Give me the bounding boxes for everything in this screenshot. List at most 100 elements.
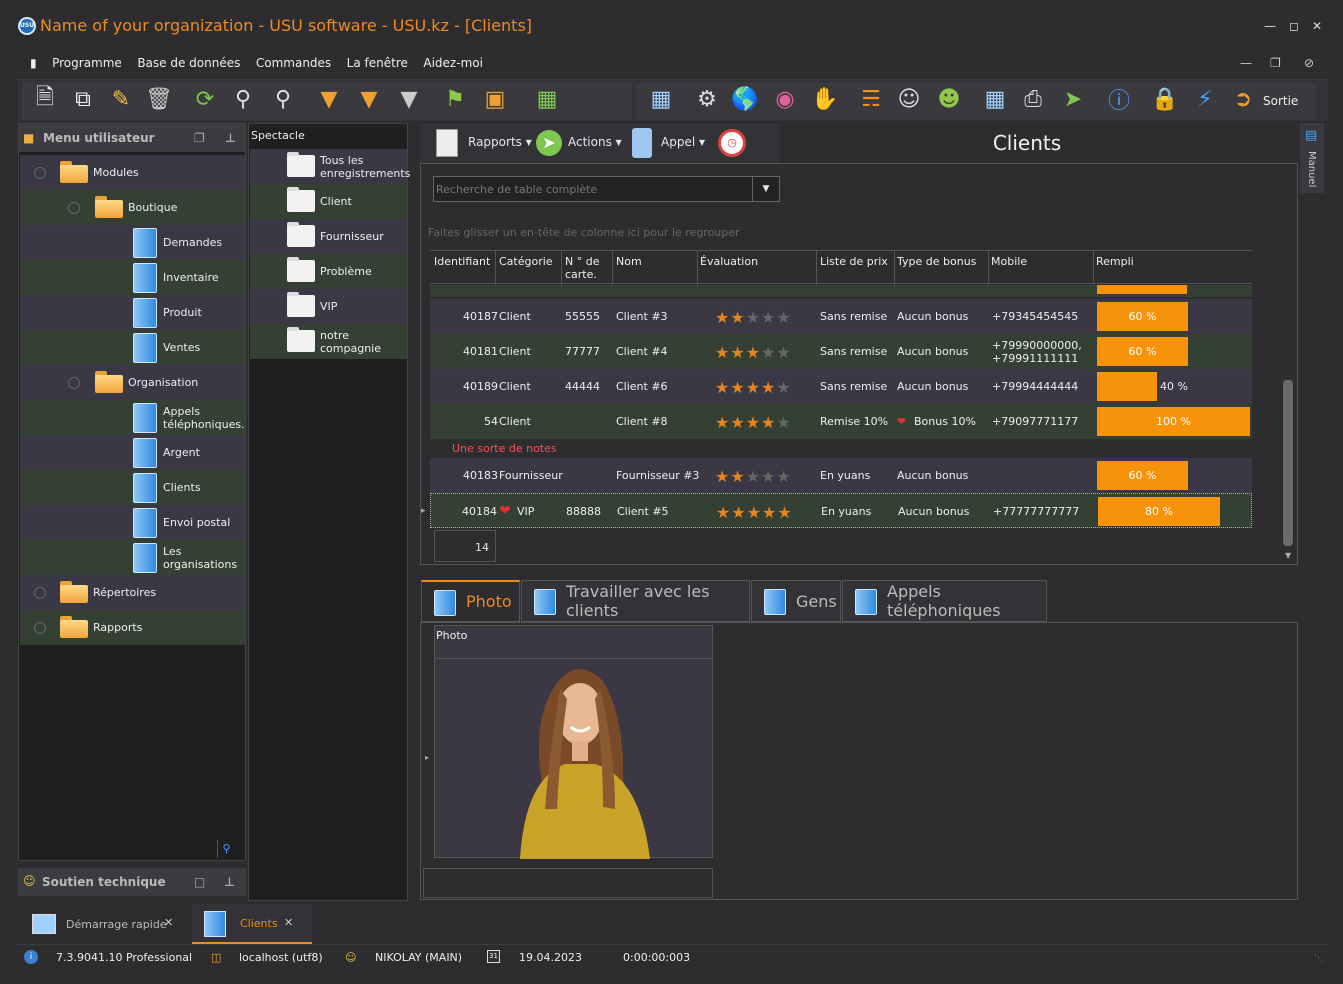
tree-item-repertoires[interactable]: Répertoires bbox=[20, 575, 245, 610]
tree-item-modules[interactable]: Modules bbox=[20, 155, 245, 190]
tree-item-boutique[interactable]: Boutique bbox=[20, 190, 245, 225]
edit-icon[interactable]: ✎ bbox=[106, 84, 136, 114]
search-icon[interactable]: ⚲ bbox=[228, 84, 258, 114]
collapse-icon[interactable] bbox=[68, 202, 80, 214]
tree-item-rapports[interactable]: Rapports bbox=[20, 610, 245, 645]
color-wheel-icon[interactable]: ◉ bbox=[770, 84, 800, 114]
gear-icon[interactable]: ⚙ bbox=[692, 84, 722, 114]
filter-settings-icon[interactable]: ▼ bbox=[354, 84, 384, 114]
call-button[interactable]: Appel ▾ bbox=[661, 135, 705, 149]
panel-search-icon[interactable]: ⚲ bbox=[217, 840, 235, 858]
actions-button[interactable]: Actions ▾ bbox=[568, 135, 622, 149]
table-row[interactable]: 40183 Fournisseur Fournisseur #3 ★★★★★ E… bbox=[430, 458, 1252, 493]
collapse-icon[interactable] bbox=[34, 167, 46, 179]
tree-item-organisation[interactable]: Organisation bbox=[20, 365, 245, 400]
mdi-restore-button[interactable]: ❐ bbox=[1270, 56, 1281, 70]
table-row[interactable]: 40187 Client 55555 Client #3 ★★★★★ Sans … bbox=[430, 299, 1252, 334]
tree-item-ventes[interactable]: Ventes bbox=[20, 330, 245, 365]
table-row[interactable]: 40181 Client 77777 Client #4 ★★★★★ Sans … bbox=[430, 334, 1252, 369]
col-price-list[interactable]: Liste de prix bbox=[820, 255, 888, 268]
mdi-minimize-button[interactable]: — bbox=[1240, 56, 1252, 70]
menu-window[interactable]: La fenêtre bbox=[341, 52, 414, 74]
menu-commands[interactable]: Commandes bbox=[250, 52, 337, 74]
mdi-close-button[interactable]: ⊘ bbox=[1304, 56, 1314, 70]
view-probleme[interactable]: Problème bbox=[250, 254, 407, 289]
close-window-button[interactable]: ✕ bbox=[1309, 18, 1325, 34]
minimize-button[interactable]: — bbox=[1262, 18, 1278, 34]
col-filled[interactable]: Rempli bbox=[1096, 255, 1134, 268]
refresh-icon[interactable]: ⟳ bbox=[190, 84, 220, 114]
pin-icon[interactable]: ⊥ bbox=[225, 131, 236, 145]
new-record-icon[interactable]: 🗎 bbox=[30, 84, 60, 114]
menu-help[interactable]: Aidez-moi bbox=[417, 52, 489, 74]
support-panel-header[interactable]: ☺ Soutien technique □ ⊥ bbox=[18, 868, 246, 896]
tree-item-demandes[interactable]: Demandes bbox=[20, 225, 245, 260]
actions-icon[interactable]: ➤ bbox=[536, 130, 562, 156]
user-admin-icon[interactable]: ☺ bbox=[894, 84, 924, 114]
grid-layout-icon[interactable]: ▦ bbox=[646, 84, 676, 114]
tree-item-produit[interactable]: Produit bbox=[20, 295, 245, 330]
doc-tab-quick-start[interactable]: Démarrage rapide ✕ bbox=[18, 904, 190, 944]
phone-icon[interactable] bbox=[632, 128, 652, 158]
table-icon[interactable]: ▦ bbox=[980, 84, 1010, 114]
expand-icon[interactable] bbox=[34, 587, 46, 599]
plug-icon[interactable]: ⚡ bbox=[1190, 84, 1220, 114]
advanced-search-icon[interactable]: ⚲ bbox=[268, 84, 298, 114]
map-icon[interactable]: 🌎 bbox=[730, 84, 760, 114]
clock-icon[interactable]: ◷ bbox=[718, 129, 746, 157]
reports-button[interactable]: Rapports ▾ bbox=[468, 135, 532, 149]
close-tab-icon[interactable]: ✕ bbox=[164, 916, 173, 929]
tree-item-argent[interactable]: Argent bbox=[20, 435, 245, 470]
users-icon[interactable]: ☻ bbox=[934, 84, 964, 114]
rss-icon[interactable]: ☴ bbox=[856, 84, 886, 114]
col-category[interactable]: Catégorie bbox=[499, 255, 553, 268]
col-rating[interactable]: Évaluation bbox=[700, 255, 758, 268]
reports-icon[interactable] bbox=[436, 129, 458, 157]
float-panel-icon[interactable]: ❐ bbox=[194, 131, 205, 145]
expand-icon[interactable] bbox=[34, 622, 46, 634]
menu-database[interactable]: Base de données bbox=[131, 52, 246, 74]
search-dropdown-button[interactable]: ▼ bbox=[752, 177, 779, 201]
tab-photo[interactable]: Photo bbox=[421, 580, 520, 622]
scroll-down-icon[interactable]: ▼ bbox=[1285, 551, 1291, 560]
flag-icon[interactable]: ⚑ bbox=[440, 84, 470, 114]
tab-work-with-clients[interactable]: Travailler avec les clients bbox=[521, 580, 750, 622]
filter-icon[interactable]: ▼ bbox=[314, 84, 344, 114]
print-icon[interactable]: ⎙ bbox=[1018, 84, 1048, 114]
view-vip[interactable]: VIP bbox=[250, 289, 407, 324]
copy-icon[interactable]: ⧉ bbox=[68, 84, 98, 114]
maximize-button[interactable]: ◻ bbox=[1286, 18, 1302, 34]
delete-icon[interactable]: 🗑 bbox=[144, 84, 174, 114]
tab-phone-calls[interactable]: Appels téléphoniques bbox=[842, 580, 1047, 622]
view-notre-compagnie[interactable]: notre compagnie bbox=[250, 324, 407, 359]
col-card[interactable]: N ° de carte. bbox=[565, 255, 605, 281]
tree-item-inventaire[interactable]: Inventaire bbox=[20, 260, 245, 295]
col-mobile[interactable]: Mobile bbox=[991, 255, 1027, 268]
col-bonus-type[interactable]: Type de bonus bbox=[897, 255, 976, 268]
col-name[interactable]: Nom bbox=[616, 255, 642, 268]
view-client[interactable]: Client bbox=[250, 184, 407, 219]
support-minimize-icon[interactable]: □ bbox=[194, 875, 205, 889]
image-icon[interactable]: ▣ bbox=[480, 84, 510, 114]
clear-filter-icon[interactable]: ▼ bbox=[394, 84, 424, 114]
tree-item-envoi-postal[interactable]: Envoi postal bbox=[20, 505, 245, 540]
table-search-input[interactable]: Recherche de table complète bbox=[433, 176, 780, 202]
lock-icon[interactable]: 🔒 bbox=[1150, 84, 1180, 114]
collapse-icon[interactable] bbox=[68, 377, 80, 389]
manual-side-tab[interactable]: ▤ Manuel bbox=[1300, 123, 1324, 193]
doc-tab-clients[interactable]: Clients ✕ bbox=[192, 904, 312, 944]
support-pin-icon[interactable]: ⊥ bbox=[224, 875, 235, 889]
table-row[interactable]: 54 Client Client #8 ★★★★★ Remise 10% ❤ B… bbox=[430, 404, 1252, 439]
view-fournisseur[interactable]: Fournisseur bbox=[250, 219, 407, 254]
next-icon[interactable]: ➤ bbox=[1058, 84, 1088, 114]
tree-item-organisations[interactable]: Les organisations bbox=[20, 540, 245, 575]
view-all-records[interactable]: Tous les enregistrements bbox=[250, 149, 410, 184]
table-row-partial[interactable] bbox=[430, 285, 1252, 297]
export-icon[interactable]: ▦ bbox=[532, 84, 562, 114]
table-row[interactable]: 40189 Client 44444 Client #6 ★★★★★ Sans … bbox=[430, 369, 1252, 404]
tree-item-clients[interactable]: Clients bbox=[20, 470, 245, 505]
exit-label[interactable]: Sortie bbox=[1263, 94, 1298, 108]
tab-people[interactable]: Gens bbox=[751, 580, 841, 622]
info-icon[interactable]: ⓘ bbox=[1104, 84, 1134, 114]
grid-scrollbar-thumb[interactable] bbox=[1283, 380, 1293, 546]
